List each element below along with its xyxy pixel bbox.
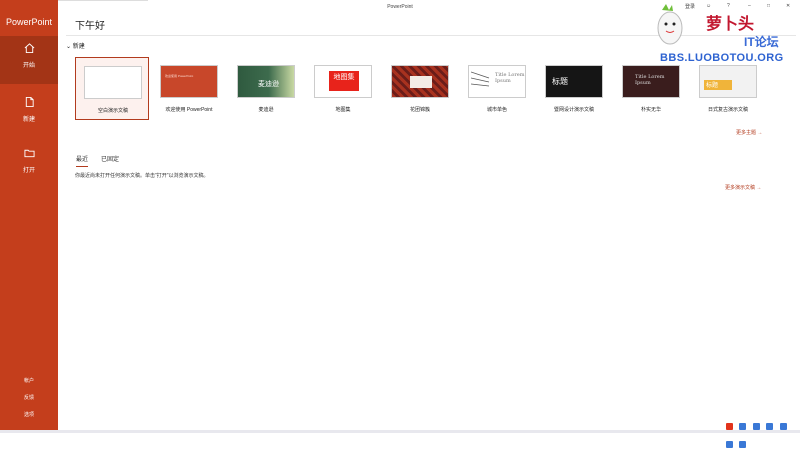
- feedback-link[interactable]: 反馈: [0, 394, 58, 401]
- folder-icon: [0, 141, 58, 163]
- template-madison[interactable]: 麦迪逊 麦迪逊: [229, 57, 303, 120]
- template-label: 暨网设计演示文稿: [553, 107, 594, 113]
- microphone-icon[interactable]: [766, 423, 774, 430]
- sidebar-item-home[interactable]: 开始: [0, 36, 58, 84]
- page-title: 下午好: [75, 21, 105, 32]
- new-section-header[interactable]: ⌄ 新建: [66, 41, 85, 50]
- watermark-title: 萝卜头: [706, 16, 755, 33]
- template-city-mono[interactable]: Title Lorem Ipsum 城市单色: [460, 57, 534, 120]
- thumbnail-art: [471, 71, 490, 87]
- more-presentations-link[interactable]: 更多演示文稿 →: [725, 184, 761, 191]
- recent-empty-message: 你最近尚未打开任何演示文稿。单击"打开"以浏览演示文稿。: [75, 173, 209, 179]
- sidebar-item-label: 打开: [22, 168, 35, 174]
- tab-recent[interactable]: 最近: [76, 154, 89, 167]
- input-method-icon[interactable]: [726, 423, 733, 430]
- chevron-down-icon: ⌄: [66, 44, 72, 50]
- home-icon: [0, 36, 58, 58]
- system-tray: [726, 417, 800, 448]
- template-thumbnail: 地图集: [314, 65, 372, 98]
- template-thumbnail: [84, 66, 142, 99]
- apps-grid-icon[interactable]: [739, 441, 747, 448]
- thumbnail-inner: [410, 76, 432, 88]
- template-thumbnail: 标题: [545, 65, 603, 98]
- sidebar-item-open[interactable]: 打开: [0, 141, 58, 189]
- options-link[interactable]: 选项: [0, 411, 58, 418]
- template-thumbnail: [391, 65, 449, 98]
- template-welcome[interactable]: 欢迎使用 PowerPoint 欢迎使用 PowerPoint: [152, 57, 226, 120]
- template-thumbnail: Title Lorem Ipsum: [622, 65, 680, 98]
- language-icon[interactable]: [739, 423, 747, 430]
- new-section-label: 新建: [72, 44, 85, 50]
- more-themes-link[interactable]: 更多主题 →: [736, 129, 762, 136]
- watermark-subtitle: IT论坛: [744, 35, 779, 49]
- tab-pinned[interactable]: 已固定: [101, 154, 119, 163]
- template-label: 欢迎使用 PowerPoint: [165, 107, 213, 113]
- template-floral[interactable]: 花团锦簇: [383, 57, 457, 120]
- sidebar: PowerPoint 开始 新建 打开 帐户 反馈 选项: [0, 0, 58, 430]
- template-label: 日式复古演示文稿: [707, 107, 748, 113]
- keyboard-icon[interactable]: [779, 423, 787, 430]
- template-label: 空白演示文稿: [97, 108, 128, 114]
- new-file-icon: [0, 90, 58, 112]
- watermark: 萝卜头 IT论坛 BBS.LUOBOTOU.ORG: [652, 2, 800, 68]
- template-atlas[interactable]: 地图集 地图集: [306, 57, 380, 120]
- radish-mascot-icon: [657, 4, 683, 45]
- titlebar-divider: [58, 0, 148, 1]
- template-label: 城市单色: [486, 107, 507, 113]
- sidebar-item-label: 开始: [22, 63, 35, 69]
- template-thumbnail: 标题: [699, 65, 757, 98]
- sidebar-item-label: 新建: [22, 117, 35, 123]
- template-thumbnail: Title Lorem Ipsum: [468, 65, 526, 98]
- template-label: 麦迪逊: [258, 107, 274, 113]
- template-label: 花团锦簇: [409, 107, 430, 113]
- tools-icon[interactable]: [726, 441, 733, 448]
- sidebar-item-new[interactable]: 新建: [0, 90, 58, 138]
- watermark-url: BBS.LUOBOTOU.ORG: [660, 52, 784, 64]
- template-label: 地图集: [335, 107, 351, 113]
- app-name: PowerPoint: [5, 17, 53, 27]
- template-mesh[interactable]: 标题 暨网设计演示文稿: [537, 57, 611, 120]
- template-thumbnail: 麦迪逊: [237, 65, 295, 98]
- template-thumbnail: 欢迎使用 PowerPoint: [160, 65, 218, 98]
- moon-icon[interactable]: [752, 423, 760, 430]
- account-link[interactable]: 帐户: [0, 377, 58, 384]
- template-blank[interactable]: 空白演示文稿: [75, 57, 149, 120]
- template-label: 朴实无华: [640, 107, 661, 113]
